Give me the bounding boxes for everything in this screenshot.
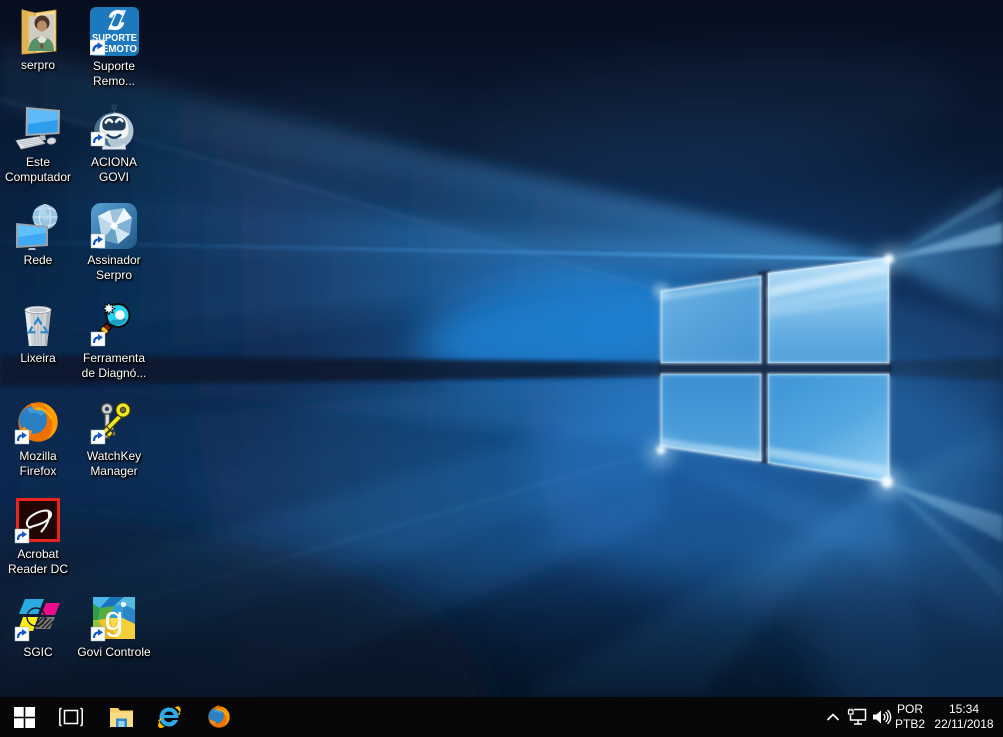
svg-text:g: g	[105, 600, 124, 638]
